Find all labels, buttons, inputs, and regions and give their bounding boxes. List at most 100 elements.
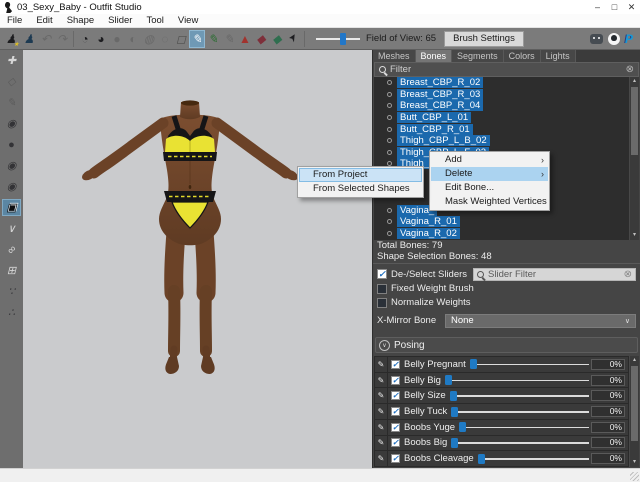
collision-diamond-red-icon[interactable]: ◆ — [253, 30, 269, 48]
collision-diamond-green-icon[interactable]: ◆ — [269, 30, 285, 48]
slider-track[interactable] — [470, 359, 591, 370]
edit-slider-pencil-icon[interactable]: ✎ — [375, 357, 388, 372]
scrollbar-thumb[interactable] — [631, 366, 638, 441]
slider-value[interactable]: 0% — [591, 390, 625, 401]
slider-track[interactable] — [451, 406, 591, 417]
move-brush-icon[interactable]: ◍ — [141, 30, 157, 48]
slider-track[interactable] — [450, 390, 591, 401]
slider-value[interactable]: 0% — [591, 375, 625, 386]
pick-tool-icon[interactable]: ➤ — [285, 30, 301, 48]
context-menu-item-edit-bone[interactable]: Edit Bone... — [431, 181, 548, 195]
tab-meshes[interactable]: Meshes — [373, 50, 416, 62]
view-front-icon[interactable]: ◔ — [77, 30, 93, 48]
bone-tool-icon[interactable]: ∞ — [2, 241, 21, 258]
tab-bones[interactable]: Bones — [416, 50, 453, 62]
slider-checkbox[interactable]: ✓ — [391, 391, 400, 400]
collision-triangle-icon[interactable]: ▲ — [237, 30, 253, 48]
posing-header[interactable]: ∨ Posing — [375, 337, 638, 353]
slider-track[interactable] — [459, 422, 591, 433]
scroll-down-icon[interactable]: ▾ — [630, 458, 639, 467]
fov-slider[interactable] — [316, 33, 360, 45]
slider-handle[interactable] — [459, 422, 466, 432]
menu-slider[interactable]: Slider — [101, 15, 139, 26]
pencil-tool-icon[interactable]: ✎ — [2, 94, 21, 111]
bone-filter-input[interactable]: Filter ⊗ — [374, 62, 639, 77]
weight-brush-icon[interactable]: ✎ — [189, 30, 205, 48]
undiff-brush-icon[interactable]: ◻ — [173, 30, 189, 48]
github-icon[interactable] — [608, 33, 620, 45]
minimize-button[interactable]: – — [589, 0, 606, 14]
bone-row[interactable]: Butt_CBP_L_01 — [374, 112, 639, 124]
slider-track[interactable] — [445, 375, 591, 386]
clear-filter-icon[interactable]: ⊗ — [626, 64, 634, 75]
scroll-down-icon[interactable]: ▾ — [630, 231, 639, 240]
slider-value[interactable]: 0% — [591, 453, 625, 464]
deselect-sliders-checkbox[interactable]: ✓ — [377, 269, 387, 279]
tab-lights[interactable]: Lights — [541, 50, 576, 62]
inflate-brush-icon[interactable]: ● — [109, 30, 125, 48]
close-button[interactable]: ✕ — [623, 0, 640, 14]
slider-track[interactable] — [478, 453, 591, 464]
smooth-brush-icon[interactable]: ◌ — [157, 30, 173, 48]
resize-grip[interactable] — [630, 472, 639, 481]
transform-tool-icon[interactable]: ✚ — [2, 52, 21, 69]
deflate-brush-icon[interactable]: ◐ — [125, 30, 141, 48]
maximize-button[interactable]: □ — [606, 0, 623, 14]
tab-segments[interactable]: Segments — [452, 50, 504, 62]
mask-brush-icon[interactable]: ◕ — [93, 30, 109, 48]
edit-slider-pencil-icon[interactable]: ✎ — [375, 420, 388, 435]
view-sphere-icon-1[interactable]: ◉ — [2, 115, 21, 132]
view-sphere-icon-4[interactable]: ◉ — [2, 178, 21, 195]
bone-row[interactable]: Breast_CBP_R_03 — [374, 89, 639, 101]
slider-checkbox[interactable]: ✓ — [391, 438, 400, 447]
context-menu-item-mask-weighted-vertices[interactable]: Mask Weighted Vertices — [431, 195, 548, 209]
discord-icon[interactable] — [590, 34, 603, 44]
load-reference-icon[interactable]: ♟ — [20, 30, 38, 48]
perspective-cube-icon[interactable]: ▣ — [2, 199, 21, 216]
bone-row[interactable]: Breast_CBP_R_02 — [374, 77, 639, 89]
edit-slider-pencil-icon[interactable]: ✎ — [375, 451, 388, 466]
slider-value[interactable]: 0% — [591, 422, 625, 433]
menu-shape[interactable]: Shape — [60, 15, 101, 26]
menu-edit[interactable]: Edit — [29, 15, 59, 26]
context-menu-item-delete[interactable]: Delete› — [431, 167, 548, 181]
alpha-brush-icon[interactable]: ✎ — [221, 30, 237, 48]
fixed-weight-brush-checkbox[interactable] — [377, 284, 387, 294]
segment-tool-icon-2[interactable]: ∴ — [2, 304, 21, 321]
slider-value[interactable]: 0% — [591, 359, 625, 370]
fov-slider-handle[interactable] — [340, 33, 346, 45]
view-sphere-icon-3[interactable]: ◉ — [2, 157, 21, 174]
edit-slider-pencil-icon[interactable]: ✎ — [375, 436, 388, 451]
load-project-icon[interactable]: ♟★ — [2, 30, 20, 48]
viewport-3d[interactable] — [23, 50, 372, 468]
bone-row[interactable]: Breast_CBP_R_04 — [374, 100, 639, 112]
slider-checkbox[interactable]: ✓ — [391, 423, 400, 432]
slider-value[interactable]: 0% — [591, 406, 625, 417]
character-model[interactable] — [23, 50, 372, 468]
menu-tool[interactable]: Tool — [139, 15, 170, 26]
slider-list-scrollbar[interactable]: ▴ ▾ — [629, 356, 639, 467]
slider-handle[interactable] — [470, 359, 477, 369]
scroll-up-icon[interactable]: ▴ — [630, 77, 639, 86]
view-sphere-icon-2[interactable]: ● — [2, 136, 21, 153]
slider-filter-input[interactable]: Slider Filter ⊗ — [473, 268, 636, 281]
bone-row[interactable]: Butt_CBP_R_01 — [374, 123, 639, 135]
slider-checkbox[interactable]: ✓ — [391, 360, 400, 369]
edit-slider-pencil-icon[interactable]: ✎ — [375, 373, 388, 388]
slider-handle[interactable] — [451, 407, 458, 417]
menu-view[interactable]: View — [171, 15, 205, 26]
edit-slider-pencil-icon[interactable]: ✎ — [375, 388, 388, 403]
grid-toggle-icon[interactable]: ⊞ — [2, 262, 21, 279]
slider-handle[interactable] — [445, 375, 452, 385]
brush-settings-button[interactable]: Brush Settings — [444, 31, 524, 47]
bone-row[interactable]: Thigh_CBP_L_B_02 — [374, 135, 639, 147]
paypal-icon[interactable]: P — [625, 32, 633, 46]
scrollbar-thumb[interactable] — [631, 87, 638, 155]
submenu-item-from-selected-shapes[interactable]: From Selected Shapes — [299, 182, 422, 196]
edit-slider-pencil-icon[interactable]: ✎ — [375, 404, 388, 419]
bone-list-scrollbar[interactable]: ▴ ▾ — [629, 77, 639, 240]
xmirror-bone-select[interactable]: None ∨ — [445, 314, 636, 328]
slider-value[interactable]: 0% — [591, 437, 625, 448]
slider-handle[interactable] — [450, 391, 457, 401]
scroll-up-icon[interactable]: ▴ — [630, 356, 639, 365]
